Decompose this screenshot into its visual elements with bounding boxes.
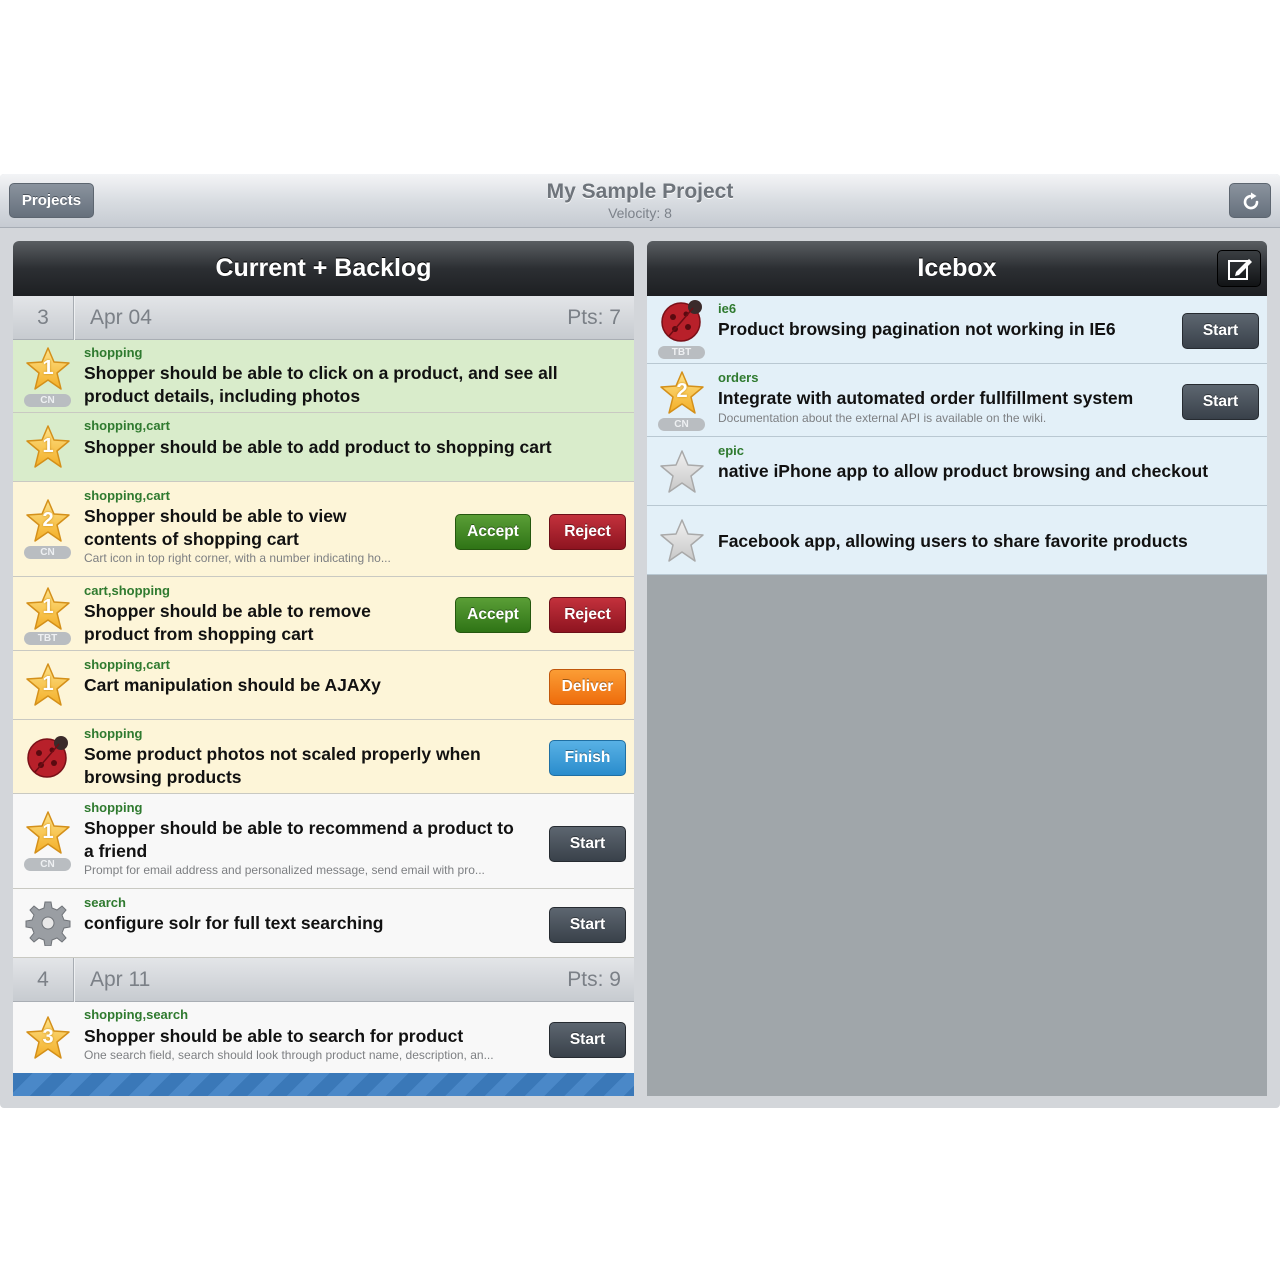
owner-badge: CN (24, 394, 71, 407)
iteration-date: Apr 04 (90, 306, 152, 329)
story-name: Product browsing pagination not working … (718, 319, 1116, 339)
story-row[interactable]: 2 CN shopping,cart Shopper should be abl… (13, 482, 634, 577)
story-name: Shopper should be able to click on a pro… (84, 363, 558, 406)
app-window: Projects My Sample Project Velocity: 8 C… (0, 174, 1280, 1108)
story-estimate: 1 (42, 357, 54, 379)
story-name: configure solr for full text searching (84, 913, 384, 933)
start-button[interactable]: Start (1182, 384, 1259, 420)
deliver-button[interactable]: Deliver (549, 669, 626, 705)
story-labels[interactable]: shopping (84, 726, 143, 741)
iteration-points: Pts: 9 (567, 968, 621, 991)
story-labels[interactable]: search (84, 895, 126, 910)
story-labels[interactable]: ie6 (718, 301, 736, 316)
refresh-button[interactable] (1229, 183, 1271, 218)
story-row[interactable]: 1 CN shopping Shopper should be able to … (13, 340, 634, 413)
iteration-date: Apr 11 (90, 968, 151, 991)
start-button[interactable]: Start (549, 907, 626, 943)
iteration-header: 4 Apr 11 Pts: 9 (13, 958, 634, 1002)
divider (73, 296, 74, 340)
story-name: Integrate with automated order fullfillm… (718, 388, 1134, 408)
accept-button[interactable]: Accept (455, 597, 531, 633)
start-button[interactable]: Start (549, 1022, 626, 1058)
story-row[interactable]: shopping Some product photos not scaled … (13, 720, 634, 794)
iteration-points: Pts: 7 (567, 306, 621, 329)
owner-badge: TBT (658, 346, 705, 359)
story-row-partial (13, 1073, 634, 1096)
icebox-panel: Icebox TBT ie6 Product browsing paginati… (647, 241, 1267, 1096)
story-estimate: 3 (42, 1026, 54, 1048)
iteration-header: 3 Apr 04 Pts: 7 (13, 296, 634, 340)
finish-button[interactable]: Finish (549, 740, 626, 776)
current-backlog-panel: Current + Backlog 3 Apr 04 Pts: 7 1 CN s… (13, 241, 634, 1096)
story-name: Cart manipulation should be AJAXy (84, 675, 381, 695)
velocity-label: Velocity: 8 (608, 205, 672, 221)
story-labels[interactable]: shopping,search (84, 1007, 188, 1022)
story-estimate: 1 (42, 596, 54, 618)
start-button[interactable]: Start (1182, 313, 1259, 349)
story-description: One search field, search should look thr… (84, 1048, 494, 1062)
story-row[interactable]: 1 shopping,cart Cart manipulation should… (13, 651, 634, 720)
project-title: My Sample Project (546, 180, 734, 203)
story-labels[interactable]: orders (718, 370, 758, 385)
star-empty-icon (659, 518, 705, 564)
story-row[interactable]: 1 CN shopping Shopper should be able to … (13, 794, 634, 889)
icebox-title: Icebox (917, 254, 997, 282)
icebox-header: Icebox (647, 241, 1267, 296)
iteration-number: 3 (37, 306, 49, 329)
start-button[interactable]: Start (549, 826, 626, 862)
owner-badge: TBT (24, 632, 71, 645)
story-name: Shopper should be able to remove product… (84, 601, 371, 644)
top-bar: Projects My Sample Project Velocity: 8 (0, 174, 1280, 228)
reject-button[interactable]: Reject (549, 597, 626, 633)
story-name: Shopper should be able to search for pro… (84, 1026, 464, 1046)
story-estimate: 1 (42, 821, 54, 843)
owner-badge: CN (24, 546, 71, 559)
story-row[interactable]: 3 shopping,search Shopper should be able… (13, 1002, 634, 1075)
story-labels[interactable]: shopping (84, 800, 143, 815)
story-estimate: 1 (42, 673, 54, 695)
story-row[interactable]: Facebook app, allowing users to share fa… (647, 506, 1267, 575)
story-labels[interactable]: shopping (84, 345, 143, 360)
current-backlog-header: Current + Backlog (13, 241, 634, 296)
accept-button[interactable]: Accept (455, 514, 531, 550)
story-estimate: 2 (42, 509, 54, 531)
iteration-number: 4 (37, 968, 49, 991)
story-estimate: 1 (42, 435, 54, 457)
story-labels[interactable]: epic (718, 443, 744, 458)
owner-badge: CN (24, 858, 71, 871)
story-estimate: 2 (676, 380, 688, 402)
compose-icon (1228, 259, 1252, 280)
story-row[interactable]: epic native iPhone app to allow product … (647, 437, 1267, 506)
owner-badge: CN (658, 418, 705, 431)
story-labels[interactable]: cart,shopping (84, 583, 170, 598)
story-row[interactable]: 1 TBT cart,shopping Shopper should be ab… (13, 577, 634, 651)
story-labels[interactable]: shopping,cart (84, 488, 170, 503)
story-row[interactable]: 1 shopping,cart Shopper should be able t… (13, 413, 634, 482)
reject-button[interactable]: Reject (549, 514, 626, 550)
refresh-icon (1243, 192, 1259, 210)
gear-icon (25, 900, 71, 946)
story-name: Shopper should be able to recommend a pr… (84, 818, 514, 861)
story-labels[interactable]: shopping,cart (84, 418, 170, 433)
story-name: Shopper should be able to add product to… (84, 437, 552, 457)
story-name: native iPhone app to allow product brows… (718, 461, 1209, 481)
story-description: Documentation about the external API is … (718, 411, 1047, 425)
story-row[interactable]: TBT ie6 Product browsing pagination not … (647, 296, 1267, 364)
story-description: Cart icon in top right corner, with a nu… (84, 551, 391, 565)
story-row[interactable]: 2 CN orders Integrate with automated ord… (647, 364, 1267, 437)
divider (73, 958, 74, 1002)
story-labels[interactable]: shopping,cart (84, 657, 170, 672)
story-row[interactable]: search configure solr for full text sear… (13, 889, 634, 958)
story-name: Shopper should be able to view contents … (84, 506, 347, 549)
bug-icon (659, 298, 705, 344)
story-name: Facebook app, allowing users to share fa… (718, 531, 1188, 551)
story-name: Some product photos not scaled properly … (84, 744, 481, 787)
bug-icon (25, 734, 71, 780)
new-story-button[interactable] (1217, 250, 1261, 287)
star-empty-icon (659, 449, 705, 495)
story-description: Prompt for email address and personalize… (84, 863, 485, 877)
